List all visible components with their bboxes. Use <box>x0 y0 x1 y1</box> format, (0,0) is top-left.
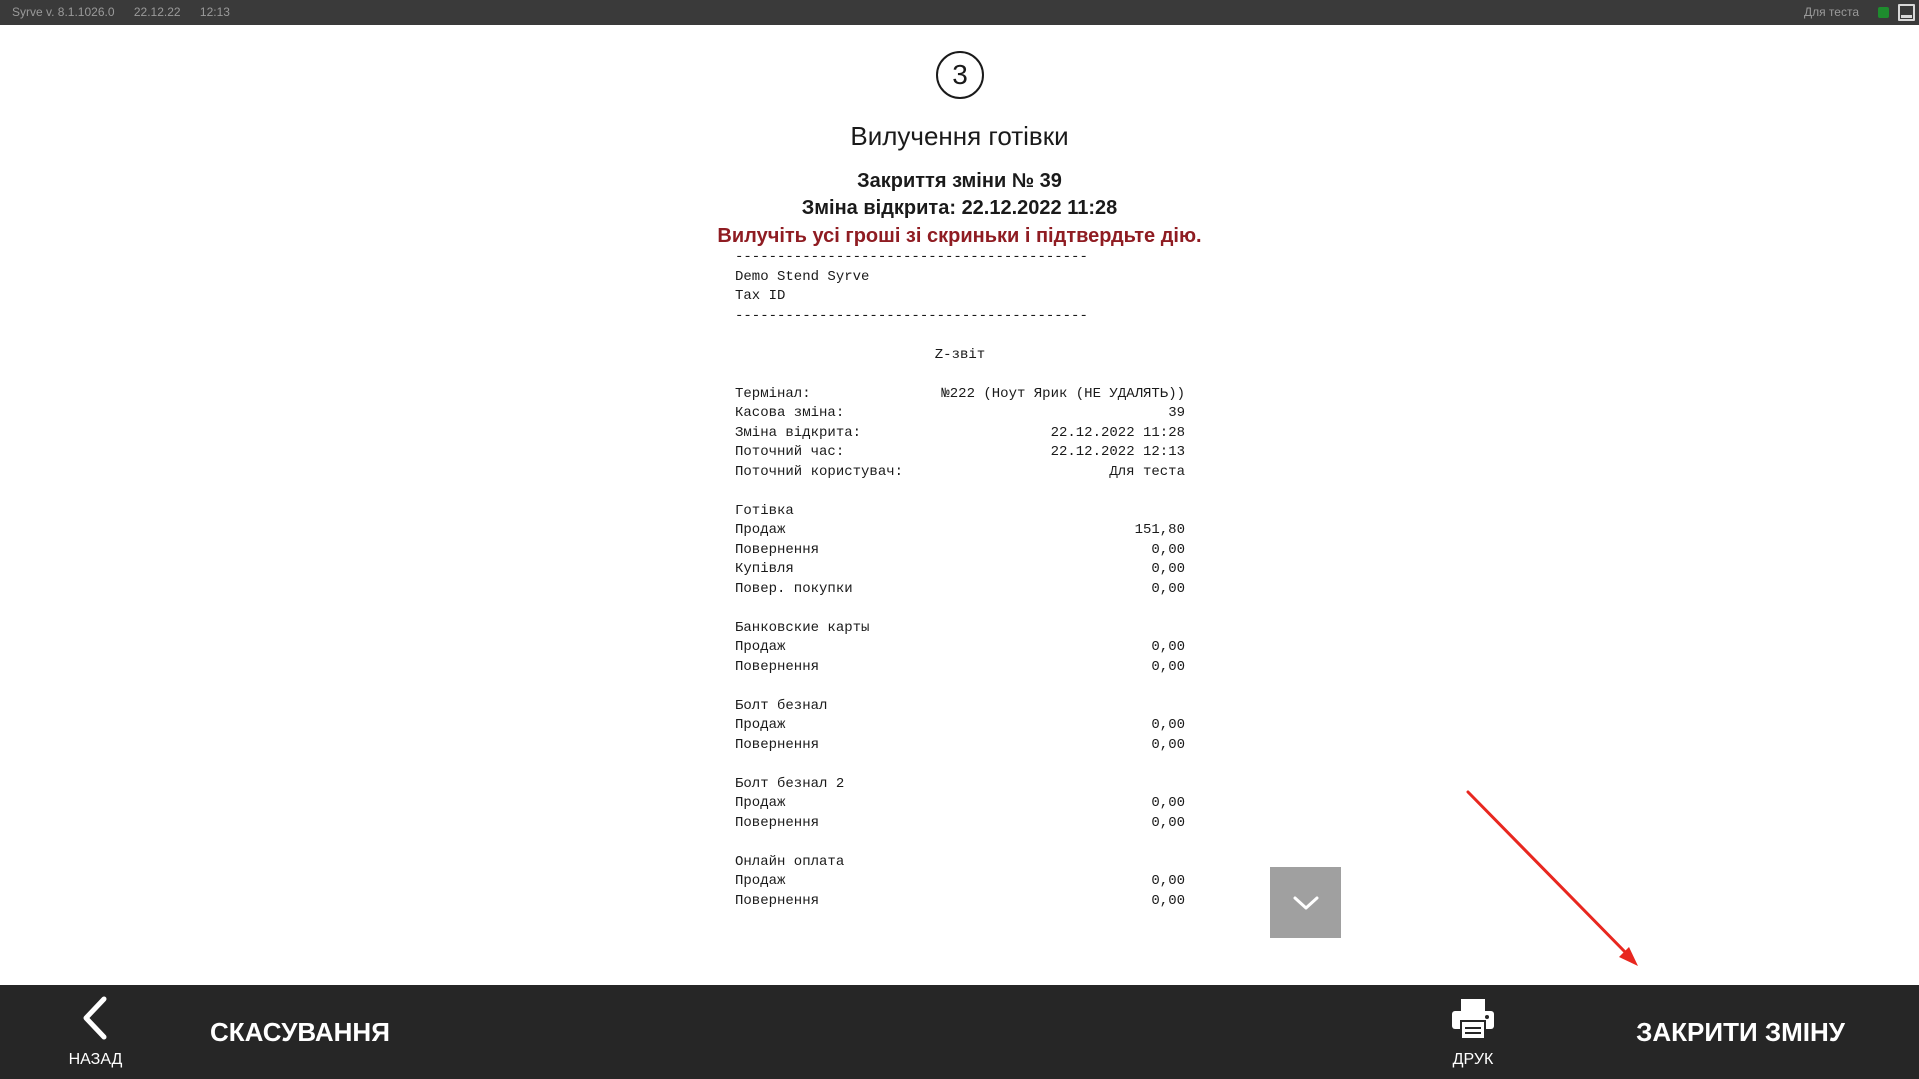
receipt-row-label: Повернення <box>735 541 820 558</box>
receipt-row-opened: Зміна відкрита: 22.12.2022 11:28 <box>735 424 1185 444</box>
receipt-row: Повернення 0,00 <box>735 892 1185 912</box>
receipt-blank <box>735 326 1185 346</box>
cancel-button[interactable]: СКАСУВАННЯ <box>210 985 390 1079</box>
receipt-row-label: Повернення <box>735 658 820 675</box>
receipt-report-title: Z-звіт <box>934 346 986 363</box>
receipt-row-value: Для теста <box>1109 463 1185 480</box>
receipt-row-label: Продаж <box>735 795 786 811</box>
status-bar-info: Syrve v. 8.1.1026.0 22.12.22 12:13 <box>12 0 246 25</box>
z-report-receipt[interactable]: ----------------------------------------… <box>735 248 1185 938</box>
shift-opened-info: Зміна відкрита: 22.12.2022 11:28 <box>801 197 1118 219</box>
status-date: 22.12.22 <box>133 5 181 19</box>
receipt-row-value: 0,00 <box>1151 736 1185 753</box>
receipt-blank <box>735 599 1185 619</box>
print-button[interactable]: ДРУК <box>1440 985 1506 1079</box>
receipt-row-label: Продаж <box>735 873 786 889</box>
receipt-row: Повернення 0,00 <box>735 814 1185 834</box>
shift-close-title: Закриття зміни № 39 <box>857 170 1062 192</box>
receipt-row-current-time: Поточний час: 22.12.2022 12:13 <box>735 443 1185 463</box>
receipt-row-value: 0,00 <box>1151 873 1185 889</box>
receipt-row-current-user: Поточний користувач: Для теста <box>735 463 1185 483</box>
printer-icon <box>1452 999 1494 1040</box>
receipt-row: Повер. покупки 0,00 <box>735 580 1185 600</box>
receipt-row-label: Термінал: <box>735 385 811 402</box>
receipt-blank <box>735 755 1185 775</box>
receipt-row: Продаж 151,80 <box>735 521 1185 541</box>
app-version: Syrve v. 8.1.1026.0 <box>12 5 115 19</box>
bottom-action-bar: НАЗАД СКАСУВАННЯ ДРУК ЗАКРИТИ ЗМІНУ <box>0 985 1919 1079</box>
receipt-row-label: Повернення <box>735 814 820 831</box>
receipt-company: Demo Stend Syrve <box>735 268 870 285</box>
cash-removal-warning: Вилучіть усі гроші зі скриньки і підтвер… <box>717 225 1202 247</box>
receipt-row-label: Поточний користувач: <box>735 463 904 480</box>
window-mode-icon[interactable] <box>1898 4 1915 21</box>
receipt-row-label: Продаж <box>735 522 786 538</box>
receipt-section-bank-cards: Банковские карты <box>735 619 870 636</box>
receipt-row-value: 22.12.2022 12:13 <box>1050 444 1185 460</box>
receipt-row-value: 0,00 <box>1151 814 1185 831</box>
back-label: НАЗАД <box>68 1051 123 1068</box>
receipt-blank <box>735 365 1185 385</box>
receipt-row-label: Повернення <box>735 892 820 909</box>
receipt-row: Купівля 0,00 <box>735 560 1185 580</box>
receipt-row: Продаж 0,00 <box>735 794 1185 814</box>
receipt-section-bolt-2: Болт безнал 2 <box>735 775 845 792</box>
receipt-separator: ----------------------------------------… <box>735 307 1088 324</box>
chevron-down-icon <box>1293 896 1318 909</box>
receipt-trailing: - <box>735 931 1185 939</box>
receipt-row-value: 39 <box>1168 405 1185 421</box>
page-title: Вилучення готівки <box>850 121 1069 151</box>
receipt-row: Повернення 0,00 <box>735 658 1185 678</box>
receipt-row-value: 0,00 <box>1151 795 1185 811</box>
print-label: ДРУК <box>1452 1051 1494 1068</box>
current-user: Для теста <box>1803 5 1859 19</box>
receipt-blank <box>735 833 1185 853</box>
receipt-row-label: Зміна відкрита: <box>735 424 862 441</box>
receipt-row-terminal: Термінал: №222 (Ноут Ярик (НЕ УДАЛЯТЬ)) <box>735 385 1185 405</box>
receipt-blank <box>735 911 1185 931</box>
receipt-row-value: 22.12.2022 11:28 <box>1050 424 1185 441</box>
receipt-row-value: 0,00 <box>1151 892 1185 909</box>
receipt-row-label: Повернення <box>735 736 820 753</box>
receipt-row-label: Поточний час: <box>735 444 845 460</box>
status-bar: Syrve v. 8.1.1026.0 22.12.22 12:13 Для т… <box>0 0 1919 25</box>
receipt-row-value: №222 (Ноут Ярик (НЕ УДАЛЯТЬ)) <box>941 385 1185 402</box>
receipt-row: Продаж 0,00 <box>735 638 1185 658</box>
receipt-row-value: 0,00 <box>1151 541 1185 558</box>
receipt-row-value: 0,00 <box>1151 580 1185 597</box>
receipt-row-label: Касова зміна: <box>735 405 845 421</box>
receipt-separator: ----------------------------------------… <box>735 249 1088 265</box>
back-button[interactable]: НАЗАД <box>58 985 133 1079</box>
receipt-row: Повернення 0,00 <box>735 736 1185 756</box>
step-indicator: 3 <box>936 51 984 99</box>
receipt-blank <box>735 482 1185 502</box>
connection-status-icon <box>1878 7 1889 18</box>
receipt-row: Продаж 0,00 <box>735 716 1185 736</box>
receipt-tax-id: Tax ID <box>735 288 786 304</box>
receipt-row-value: 151,80 <box>1134 522 1185 538</box>
chevron-left-icon <box>83 996 107 1040</box>
receipt-row-value: 0,00 <box>1151 717 1185 733</box>
receipt-row-value: 0,00 <box>1151 639 1185 655</box>
receipt-row-label: Повер. покупки <box>735 580 853 597</box>
receipt-row: Повернення 0,00 <box>735 541 1185 561</box>
receipt-row-shift: Касова зміна: 39 <box>735 404 1185 424</box>
receipt-row-label: Продаж <box>735 717 786 733</box>
receipt-blank <box>735 677 1185 697</box>
scroll-down-button[interactable] <box>1270 867 1341 938</box>
step-number: 3 <box>952 59 968 90</box>
receipt-row-value: 0,00 <box>1151 561 1185 577</box>
status-time: 12:13 <box>199 5 230 19</box>
receipt-section-online: Онлайн оплата <box>735 853 845 870</box>
receipt-row-label: Продаж <box>735 639 786 655</box>
receipt-row: Продаж 0,00 <box>735 872 1185 892</box>
receipt-section-bolt: Болт безнал <box>735 697 828 714</box>
receipt-row-value: 0,00 <box>1151 658 1185 675</box>
receipt-section-cash: Готівка <box>735 502 794 519</box>
receipt-row-label: Купівля <box>735 561 794 577</box>
close-shift-button[interactable]: ЗАКРИТИ ЗМІНУ <box>1636 985 1845 1079</box>
